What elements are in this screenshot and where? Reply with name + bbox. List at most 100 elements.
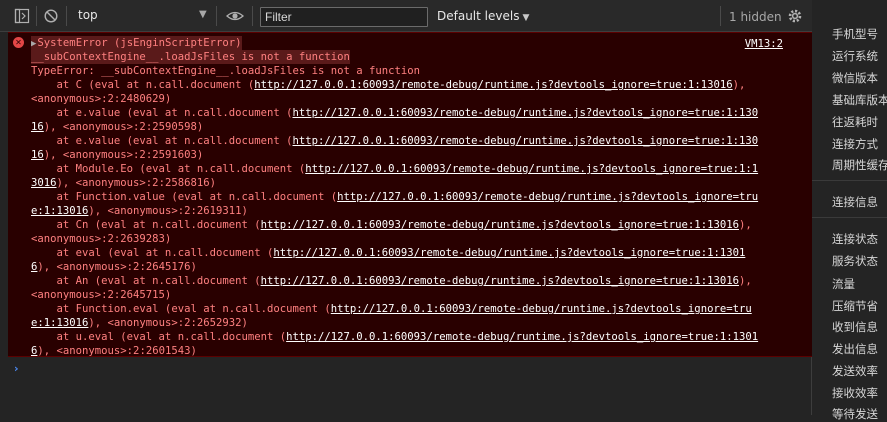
stack-frame-location: ), <anonymous>:2:2586816) (56, 177, 216, 189)
source-link[interactable]: VM13:2 (745, 37, 783, 51)
stack-frame-text: at An (eval at n.call.document ( (31, 275, 261, 287)
stack-frame-line: 6), <anonymous>:2:2601543) (31, 344, 197, 358)
stack-frame-text: at e.value (eval at n.call.document ( (31, 135, 293, 147)
stack-frame-location: ), <anonymous>:2:2601543) (37, 345, 197, 357)
console-toolbar: top ▼ Default levels▼ 1 hidden (0, 0, 812, 32)
stack-frame-text: at u.eval (eval at n.call.document ( (31, 331, 287, 343)
info-side-panel: 手机型号 运行系统 微信版本 基础库版本 往返耗时 连接方式 周期性缓存 连接信息 连接状态 服务… (812, 0, 887, 421)
side-panel-item: 接收效率 (832, 386, 878, 400)
clear-console-icon[interactable] (43, 8, 59, 24)
stack-frame-link[interactable]: http://127.0.0.1:60093/remote-debug/runt… (254, 79, 732, 91)
stack-frame-link[interactable]: http://127.0.0.1:60093/remote-debug/runt… (331, 303, 752, 315)
side-panel-item: 等待发送 (832, 407, 878, 421)
stack-frame-line: <anonymous>:2:2480629) (31, 92, 171, 106)
chevron-down-icon[interactable]: ▼ (199, 9, 207, 20)
side-panel-item: 周期性缓存 (832, 158, 887, 172)
prompt-chevron-icon[interactable]: › (14, 362, 19, 375)
stack-frame-location: ), <anonymous>:2:2652932) (88, 317, 248, 329)
stack-frame-link[interactable]: http://127.0.0.1:60093/remote-debug/runt… (293, 107, 759, 119)
stack-frame-text: at C (eval at n.call.document ( (31, 79, 255, 91)
side-panel-item: 服务状态 (832, 254, 878, 268)
stack-frame-link[interactable]: http://127.0.0.1:60093/remote-debug/runt… (273, 247, 745, 259)
error-header-text: SystemError (jsEnginScriptError) (37, 37, 242, 49)
stack-frame-line: <anonymous>:2:2645715) (31, 288, 171, 302)
stack-frame-link[interactable]: 3016 (31, 177, 57, 189)
stack-frame-location: ), <anonymous>:2:2645176) (37, 261, 197, 273)
hidden-count: 1 hidden (729, 10, 782, 24)
stack-frame-line: at Function.value (eval at n.call.docume… (31, 190, 759, 204)
stack-frame-link[interactable]: http://127.0.0.1:60093/remote-debug/runt… (305, 163, 758, 175)
stack-frame-text: at Function.eval (eval at n.call.documen… (31, 303, 331, 315)
stack-frame-location: ), (738, 219, 752, 231)
stack-frame-line: at Cn (eval at n.call.document (http://1… (31, 218, 752, 232)
side-panel-item: 手机型号 (832, 27, 878, 41)
toolbar-divider (252, 6, 253, 26)
side-panel-item: 发送效率 (832, 364, 878, 378)
error-header[interactable]: ▶SystemError (jsEnginScriptError) (31, 36, 242, 51)
stack-frame-location: <anonymous>:2:2480629) (31, 93, 172, 105)
side-panel-item: 流量 (832, 277, 855, 291)
stack-frame-location: ), <anonymous>:2:2619311) (88, 205, 248, 217)
stack-frame-line: at Module.Eo (eval at n.call.document (h… (31, 162, 759, 176)
stack-frame-line: at u.eval (eval at n.call.document (http… (31, 330, 759, 344)
eye-icon[interactable] (226, 8, 244, 24)
stack-frame-link[interactable]: http://127.0.0.1:60093/remote-debug/runt… (261, 275, 739, 287)
side-panel-divider (812, 217, 887, 218)
stack-frame-text: at Function.value (eval at n.call.docume… (31, 191, 338, 203)
stack-frame-line: at e.value (eval at n.call.document (htt… (31, 134, 759, 148)
log-levels-label: Default levels (437, 9, 520, 23)
toolbar-divider (720, 6, 721, 26)
stack-frame-line: 16), <anonymous>:2:2591603) (31, 148, 203, 162)
stack-frame-text: at Module.Eo (eval at n.call.document ( (31, 163, 306, 175)
stack-frame-line: 3016), <anonymous>:2:2586816) (31, 176, 216, 190)
toolbar-divider (36, 6, 37, 26)
stack-frame-line: at C (eval at n.call.document (http://12… (31, 78, 746, 92)
gear-icon[interactable] (787, 8, 803, 24)
stack-frame-location: <anonymous>:2:2645715) (31, 289, 172, 301)
side-panel-item: 收到信息 (832, 320, 878, 334)
stack-frame-location: ), (732, 79, 746, 91)
stack-frame-line: at An (eval at n.call.document (http://1… (31, 274, 752, 288)
stack-frame-line: e:1:13016), <anonymous>:2:2619311) (31, 204, 248, 218)
side-panel-item: 连接方式 (832, 137, 878, 151)
side-panel-item: 连接信息 (832, 195, 878, 209)
stack-frame-location: ), <anonymous>:2:2591603) (43, 149, 204, 161)
stack-frame-text: at Cn (eval at n.call.document ( (31, 219, 261, 231)
side-panel-item: 往返耗时 (832, 115, 878, 129)
stack-frame-line: at eval (eval at n.call.document (http:/… (31, 246, 746, 260)
stack-frame-line: at e.value (eval at n.call.document (htt… (31, 106, 759, 120)
stack-frame-link[interactable]: e:1:13016 (31, 205, 88, 217)
stack-frame-link[interactable]: http://127.0.0.1:60093/remote-debug/runt… (286, 331, 758, 343)
context-selector[interactable]: top (78, 8, 98, 22)
expand-triangle-icon[interactable]: ▶ (31, 39, 36, 49)
stack-frame-link[interactable]: http://127.0.0.1:60093/remote-debug/runt… (293, 135, 759, 147)
side-panel-item: 运行系统 (832, 49, 878, 63)
stack-frame-line: 16), <anonymous>:2:2590598) (31, 120, 203, 134)
stack-frame-link[interactable]: e:1:13016 (31, 317, 88, 329)
stack-frame-link[interactable]: http://127.0.0.1:60093/remote-debug/runt… (337, 191, 758, 203)
log-levels-dropdown[interactable]: Default levels ▼ (437, 9, 529, 23)
error-message[interactable]: ✕ ▶SystemError (jsEnginScriptError) __su… (8, 32, 812, 357)
stack-frame-link[interactable]: 16 (31, 149, 44, 161)
error-header-detail: __subContextEngine__.loadJsFiles is not … (31, 50, 350, 64)
side-panel-item: 压缩节省 (832, 299, 878, 313)
error-icon: ✕ (13, 37, 24, 48)
stack-frame-link[interactable]: 16 (31, 121, 44, 133)
stack-frame-line: <anonymous>:2:2639283) (31, 232, 171, 246)
stack-frame-link[interactable]: http://127.0.0.1:60093/remote-debug/runt… (261, 219, 739, 231)
filter-input[interactable] (260, 7, 428, 27)
stack-frame-location: <anonymous>:2:2639283) (31, 233, 172, 245)
console-panel: top ▼ Default levels▼ 1 hidden ✕ ▶System… (0, 0, 812, 415)
chevron-down-icon: ▼ (522, 13, 530, 23)
stack-frame-line: 6), <anonymous>:2:2645176) (31, 260, 197, 274)
stack-frame-location: ), <anonymous>:2:2590598) (43, 121, 204, 133)
sidebar-toggle-icon[interactable] (14, 8, 30, 24)
type-error-line: TypeError: __subContextEngine__.loadJsFi… (31, 65, 421, 77)
stack-frame-line: at Function.eval (eval at n.call.documen… (31, 302, 752, 316)
side-panel-divider (812, 180, 887, 181)
stack-frame-location: ), (738, 275, 752, 287)
toolbar-divider (216, 6, 217, 26)
side-panel-item: 连接状态 (832, 232, 878, 246)
side-panel-item: 发出信息 (832, 342, 878, 356)
toolbar-divider (66, 6, 67, 26)
